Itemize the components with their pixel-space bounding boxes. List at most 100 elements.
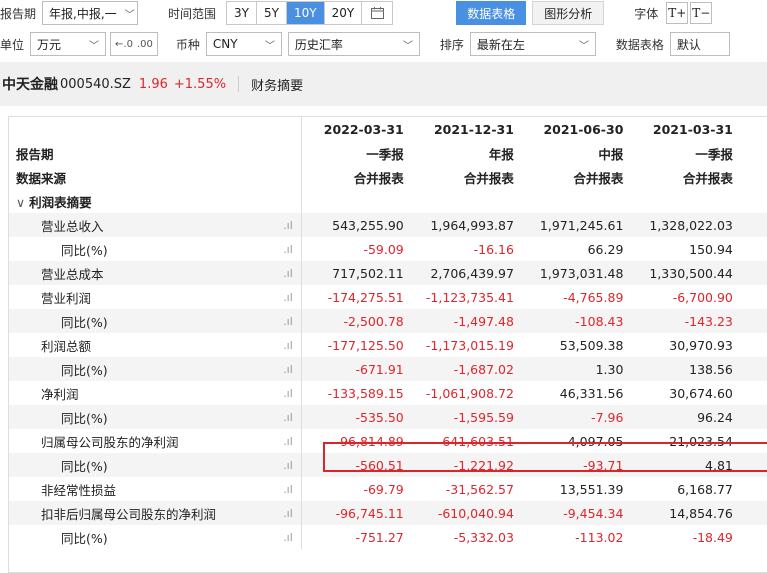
overflow-cell — [740, 141, 767, 165]
report-period-select[interactable]: 年报,中报,一 ﹀ — [42, 1, 139, 25]
time-range-5y[interactable]: 5Y — [257, 2, 287, 24]
exchange-rate-select[interactable]: 历史汇率 ﹀ — [287, 32, 420, 56]
value-cell: 717,502.11 — [301, 261, 411, 285]
table-row: 营业利润 .ıl -174,275.51 -1,123,735.41 -4,765.89… — [9, 285, 767, 309]
value-cell: -751.27 — [355, 529, 404, 545]
overflow-cell — [740, 333, 767, 357]
chevron-down-icon: ﹀ — [578, 40, 589, 52]
row-label: 同比(%) — [9, 453, 275, 477]
time-range-label: 时间范围 — [168, 6, 217, 21]
bar-chart-icon[interactable]: .ıl — [274, 309, 303, 333]
table-header-row: 2022-03-31 2021-12-31 2021-06-30 2021-03… — [9, 117, 767, 141]
bar-chart-icon[interactable]: .ıl — [274, 405, 303, 429]
row-label: 同比(%) — [61, 530, 108, 546]
value-cell: 合并报表 — [463, 170, 514, 186]
overflow-cell — [739, 309, 767, 333]
currency-value: CNY — [212, 37, 238, 51]
value-cell: -7.96 — [520, 405, 631, 429]
table-row: 扣非后归属母公司股东的净利润 .ıl -96,745.11 -610,040.94 -9… — [9, 501, 767, 525]
bar-chart-icon[interactable]: .ıl — [274, 453, 303, 477]
currency-label: 币种 — [175, 37, 200, 52]
value-cell: 合并报表 — [682, 170, 733, 186]
value-cell: -1,497.48 — [410, 309, 521, 333]
overflow-cell — [740, 381, 767, 405]
overflow-cell — [740, 525, 767, 549]
bar-chart-icon[interactable]: .ıl — [274, 477, 303, 501]
decimal-places-button[interactable]: ←.0 .00 — [110, 32, 158, 56]
value-cell: 2,706,439.97 — [410, 261, 521, 285]
value-cell: -1,687.02 — [410, 357, 521, 381]
font-increase-button[interactable]: T+ — [666, 2, 689, 24]
overflow-cell — [739, 501, 767, 525]
section-title: 财务摘要 — [251, 78, 304, 94]
bar-chart-icon[interactable]: .ıl — [274, 357, 303, 381]
time-range-3y[interactable]: 3Y — [227, 2, 257, 24]
bar-chart-icon[interactable]: .ıl — [274, 501, 303, 525]
bar-chart-icon[interactable]: .ıl — [274, 429, 303, 453]
value-cell: -174,275.51 — [327, 289, 404, 305]
font-decrease-button[interactable]: T− — [690, 2, 713, 24]
value-cell: 30,970.93 — [669, 337, 733, 353]
empty-cell — [274, 141, 303, 165]
table-row: 同比(%) .ıl -751.27 -5,332.03 -113.02 -18.49 — [9, 525, 767, 549]
time-range-20y[interactable]: 20Y — [325, 2, 363, 24]
report-period-label: 报告期 — [0, 6, 37, 21]
tab-chart-analysis[interactable]: 图形分析 — [532, 1, 605, 25]
column-header-more — [740, 117, 767, 141]
bar-chart-icon[interactable]: .ıl — [274, 213, 303, 237]
column-header[interactable]: 2021-06-30 — [521, 117, 630, 141]
stock-header: 中天金融 000540.SZ 1.96 +1.55% 财务摘要 — [0, 62, 767, 106]
value-cell: 1,964,993.87 — [410, 213, 521, 237]
value-cell: 合并报表 — [573, 170, 624, 186]
value-cell: 1,328,022.03 — [630, 213, 740, 237]
bar-chart-icon[interactable]: .ıl — [274, 285, 303, 309]
column-header[interactable]: 2021-03-31 — [630, 117, 739, 141]
table-row: 非经常性损益 .ıl -69.79 -31,562.57 13,551.39 6,168.… — [9, 477, 767, 501]
bar-chart-icon[interactable]: .ıl — [274, 525, 303, 549]
overflow-cell — [739, 357, 767, 381]
table-row: 营业总成本 .ıl 717,502.11 2,706,439.97 1,973,031.… — [9, 261, 767, 285]
value-cell: -108.43 — [520, 309, 631, 333]
row-label: 非经常性损益 — [41, 482, 117, 498]
overflow-cell — [740, 237, 767, 261]
currency-select[interactable]: CNY ﹀ — [205, 32, 282, 56]
calendar-icon[interactable] — [362, 2, 392, 24]
time-range-10y[interactable]: 10Y — [286, 2, 325, 24]
financial-summary-table: 2022-03-31 2021-12-31 2021-06-30 2021-03… — [8, 116, 767, 573]
column-header[interactable]: 2021-12-31 — [411, 117, 521, 141]
value-cell — [521, 189, 630, 213]
decimal-decrease-icon: .00 — [136, 38, 153, 50]
bar-chart-icon[interactable]: .ıl — [274, 237, 303, 261]
value-cell: 13,551.39 — [559, 481, 624, 497]
table-style-value: 默认 — [676, 37, 701, 52]
tab-data-table[interactable]: 数据表格 — [456, 1, 527, 25]
stock-price: 1.96 — [138, 76, 168, 92]
value-cell: 1,330,500.44 — [630, 261, 740, 285]
table-row: 同比(%) .ıl -59.09 -16.16 66.29 150.94 — [9, 237, 767, 261]
value-cell: 66.29 — [587, 241, 624, 257]
collapse-icon[interactable]: ∨ — [16, 195, 29, 210]
value-cell: -9,454.34 — [520, 501, 631, 525]
bar-chart-icon[interactable]: .ıl — [274, 333, 303, 357]
header-name-cell — [9, 117, 275, 141]
row-label: 同比(%) — [9, 357, 275, 381]
bar-chart-icon[interactable]: .ıl — [274, 261, 303, 285]
value-cell — [411, 189, 521, 213]
table-style-select[interactable]: 默认 — [669, 32, 730, 56]
highlight-box — [323, 442, 767, 472]
sort-select[interactable]: 最新在左 ﹀ — [469, 32, 596, 56]
unit-select[interactable]: 万元 ﹀ — [30, 32, 107, 56]
table-row: 同比(%) .ıl -535.50 -1,595.59 -7.96 96.24 — [9, 405, 767, 429]
bar-chart-icon[interactable]: .ıl — [274, 381, 303, 405]
row-label: 同比(%) — [61, 242, 108, 258]
time-range-segment: 3Y 5Y 10Y 20Y — [226, 1, 394, 25]
value-cell: -69.79 — [363, 481, 404, 497]
chevron-down-icon: ﹀ — [264, 40, 275, 52]
table-row: 营业总收入 .ıl 543,255.90 1,964,993.87 1,971,245.… — [9, 213, 767, 237]
value-cell: -535.50 — [301, 405, 411, 429]
value-cell: 一季报 — [695, 146, 733, 162]
overflow-cell — [740, 285, 767, 309]
empty-cell — [274, 189, 303, 213]
row-label: 营业总收入 — [9, 213, 275, 237]
column-header[interactable]: 2022-03-31 — [302, 117, 411, 141]
